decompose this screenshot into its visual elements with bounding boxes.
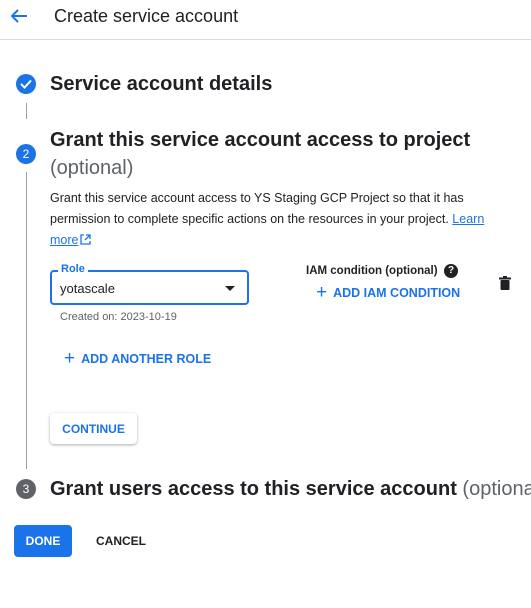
open-in-new-icon	[80, 234, 92, 245]
plus-icon: +	[316, 282, 328, 303]
cancel-button[interactable]: CANCEL	[88, 525, 154, 557]
step-1-title[interactable]: Service account details	[50, 73, 272, 96]
step-2-number: 2	[16, 144, 36, 164]
role-select[interactable]: Role yotascale	[50, 263, 249, 305]
add-iam-condition-button[interactable]: + ADD IAM CONDITION	[316, 282, 460, 303]
page-title: Create service account	[54, 6, 239, 26]
add-another-role-button[interactable]: + ADD ANOTHER ROLE	[64, 348, 211, 369]
step-connector	[26, 103, 27, 119]
step-3-title[interactable]: Grant users access to this service accou…	[50, 478, 531, 501]
step-2-description: Grant this service account access to YS …	[50, 188, 512, 251]
arrow-back-icon	[10, 9, 27, 23]
delete-role-button[interactable]	[499, 276, 511, 295]
role-label: Role	[58, 263, 88, 275]
step-connector	[26, 172, 27, 469]
iam-condition-label: IAM condition (optional)	[306, 265, 438, 277]
step-2-title: Grant this service account access to pro…	[50, 129, 471, 151]
plus-icon: +	[64, 348, 76, 369]
help-icon[interactable]: ?	[444, 264, 458, 278]
role-created-date: Created on: 2023-10-19	[60, 311, 177, 323]
trash-icon	[499, 276, 511, 290]
step-3-optional: (optional)	[462, 478, 531, 500]
step-2-optional: (optional)	[50, 157, 134, 179]
step-3-number: 3	[16, 479, 36, 499]
description-text: Grant this service account access to YS …	[50, 191, 464, 226]
role-value: yotascale	[60, 281, 115, 296]
done-button[interactable]: DONE	[14, 525, 72, 557]
top-bar: Create service account	[0, 0, 531, 40]
back-button[interactable]	[6, 4, 32, 28]
dropdown-caret-icon	[225, 286, 235, 291]
continue-button[interactable]: CONTINUE	[50, 413, 137, 444]
step-1-check-icon	[16, 74, 36, 94]
